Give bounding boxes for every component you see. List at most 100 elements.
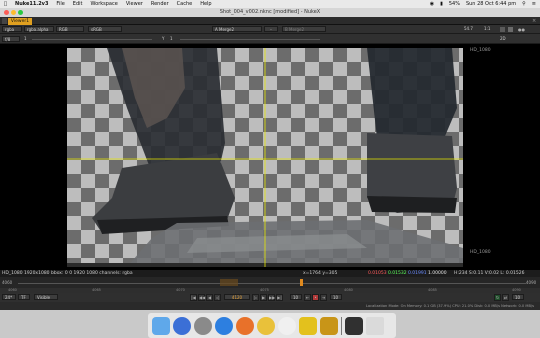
siri-icon[interactable] (173, 316, 191, 335)
ratio-value[interactable]: 1:1 (482, 26, 496, 32)
camera-icon[interactable]: ●● (518, 26, 536, 33)
play-backward-icon[interactable]: ◀ (206, 294, 213, 301)
format-label-top: HD_1080 (470, 48, 491, 53)
nuke-studio-icon[interactable] (320, 316, 338, 335)
viewer-tab-strip (0, 17, 540, 25)
timeline-track[interactable] (18, 283, 526, 284)
status-bar: Localization Mode: On Memory: 0.1 GB (37… (0, 302, 540, 310)
prev-key-icon[interactable]: ◀◀ (198, 294, 205, 301)
timeline-bar[interactable]: 4060 4090 (0, 277, 540, 288)
gain-value[interactable]: 1 (168, 36, 176, 42)
trash-icon[interactable] (366, 316, 384, 335)
pixel-alpha: 1.00000 (428, 271, 447, 276)
checker-toggle-icon[interactable] (500, 27, 505, 32)
menu-app-name[interactable]: Nuke11.2v3 (15, 1, 48, 7)
layer-select[interactable]: rgba (2, 26, 22, 32)
colorspace-select[interactable]: sRGB (88, 26, 122, 32)
tick-label: 4060 (8, 288, 17, 292)
battery-icon[interactable]: ▮ (440, 1, 443, 7)
next-key-icon[interactable]: ▶▶ (268, 294, 275, 301)
last-field[interactable]: 10 (512, 294, 524, 300)
menu-workspace[interactable]: Workspace (90, 1, 117, 7)
viewer-info-bar: HD_1080 1920x1080 bbox: 0 0 1920 1080 ch… (0, 270, 540, 277)
viewer-image[interactable] (67, 48, 463, 267)
input-b-select[interactable]: B Merge2 (282, 26, 326, 32)
cache-marker (220, 279, 238, 286)
range-select[interactable]: TF (18, 294, 30, 300)
pixel-hsv: H:234 S:0.11 V:0.02 L: 0.01526 (454, 271, 525, 276)
tick-label: 4065 (92, 288, 101, 292)
exposure-value[interactable]: 1 (22, 36, 30, 42)
playback-bar: 24* TF Visible |◀ ◀◀ ◀ ◁ 4120 ▷ ▶ ▶▶ ▶| … (0, 293, 540, 302)
menu-edit[interactable]: Edit (73, 1, 83, 7)
safari-icon[interactable] (215, 316, 233, 335)
menu-file[interactable]: File (56, 1, 64, 7)
format-label-bottom: HD_1080 (470, 250, 491, 255)
window-title-bar: Shot_004_v002.nknc [modified] - NukeX (0, 8, 540, 17)
goto-start-icon[interactable]: |◀ (190, 294, 197, 301)
dock (148, 313, 396, 338)
goto-end-icon[interactable]: ▶| (276, 294, 283, 301)
loop-icon[interactable]: ↻ (494, 294, 501, 301)
nuke-icon[interactable] (299, 316, 317, 335)
channel-select[interactable]: rgba.alpha (24, 26, 54, 32)
tick-label: 4090 (512, 288, 521, 292)
tab-viewer1[interactable]: Viewer1 (8, 18, 32, 25)
end-frame-field[interactable]: 10 (330, 294, 342, 300)
skip-back-icon[interactable]: ⇤ (304, 294, 311, 301)
input-a-select[interactable]: A Merge2 (212, 26, 262, 32)
fstop-select[interactable]: f/8 (2, 36, 20, 42)
zoom-value[interactable]: 54.7 (462, 26, 480, 32)
pixel-coords: x=1764 y=305 (303, 271, 338, 276)
tick-label: 4085 (428, 288, 437, 292)
menu-cache[interactable]: Cache (177, 1, 193, 7)
timeline-start[interactable]: 4060 (2, 280, 12, 285)
menu-list-icon[interactable]: ≡ (532, 1, 536, 7)
step-back-icon[interactable]: ◁ (214, 294, 221, 301)
menu-viewer[interactable]: Viewer (126, 1, 143, 7)
display-channels-select[interactable]: RGB (56, 26, 84, 32)
timeline-end[interactable]: 4090 (526, 280, 536, 285)
fps-field[interactable]: 24* (2, 294, 16, 300)
skip-forward-icon[interactable]: ⇥ (320, 294, 327, 301)
pixel-red: 0.01053 (368, 271, 387, 276)
viewer-viewport[interactable]: HD_1080 HD_1080 (0, 44, 540, 270)
play-forward-icon[interactable]: ▶ (260, 294, 267, 301)
pane-close-icon[interactable]: × (532, 18, 537, 24)
viewer-toolbar-bottom: f/8 1 Y 1 2D (0, 34, 540, 44)
roi-icon[interactable] (508, 27, 513, 32)
pane-menu-icon[interactable] (2, 18, 7, 24)
playhead[interactable] (300, 279, 303, 286)
finder-icon[interactable] (152, 316, 170, 335)
tick-label: 4080 (344, 288, 353, 292)
play-mode-icon[interactable]: ⇄ (502, 294, 509, 301)
visible-select[interactable]: Visible (34, 294, 58, 300)
firefox-icon[interactable] (236, 316, 254, 335)
menu-help[interactable]: Help (200, 1, 211, 7)
tick-label: 4070 (176, 288, 185, 292)
gain-label: Y (162, 36, 165, 41)
record-icon[interactable]: • (312, 294, 319, 301)
current-frame-field[interactable]: 4120 (224, 294, 250, 300)
apple-icon[interactable]:  (4, 1, 7, 7)
chrome-icon[interactable] (257, 316, 275, 335)
terminal-icon[interactable] (345, 316, 363, 335)
close-window-icon[interactable] (4, 10, 9, 15)
input-separator-select[interactable]: - (264, 26, 278, 32)
format-info: HD_1080 1920x1080 bbox: 0 0 1920 1080 ch… (2, 271, 133, 276)
view-mode-select[interactable]: 2D (498, 36, 512, 42)
exposure-slider[interactable] (32, 39, 152, 40)
search-icon[interactable]: ⚲ (522, 1, 526, 7)
minimize-window-icon[interactable] (11, 10, 16, 15)
battery-percent: 54% (448, 1, 460, 7)
tick-label: 4075 (260, 288, 269, 292)
wifi-icon[interactable]: ◉ (430, 1, 434, 7)
increment-field[interactable]: 10 (290, 294, 302, 300)
clock[interactable]: Sun 28 Oct 6:44 pm (466, 1, 516, 7)
step-forward-icon[interactable]: ▷ (252, 294, 259, 301)
itunes-icon[interactable] (278, 316, 296, 335)
launchpad-icon[interactable] (194, 316, 212, 335)
menu-render[interactable]: Render (151, 1, 169, 7)
zoom-window-icon[interactable] (18, 10, 23, 15)
gamma-slider[interactable] (180, 39, 320, 40)
